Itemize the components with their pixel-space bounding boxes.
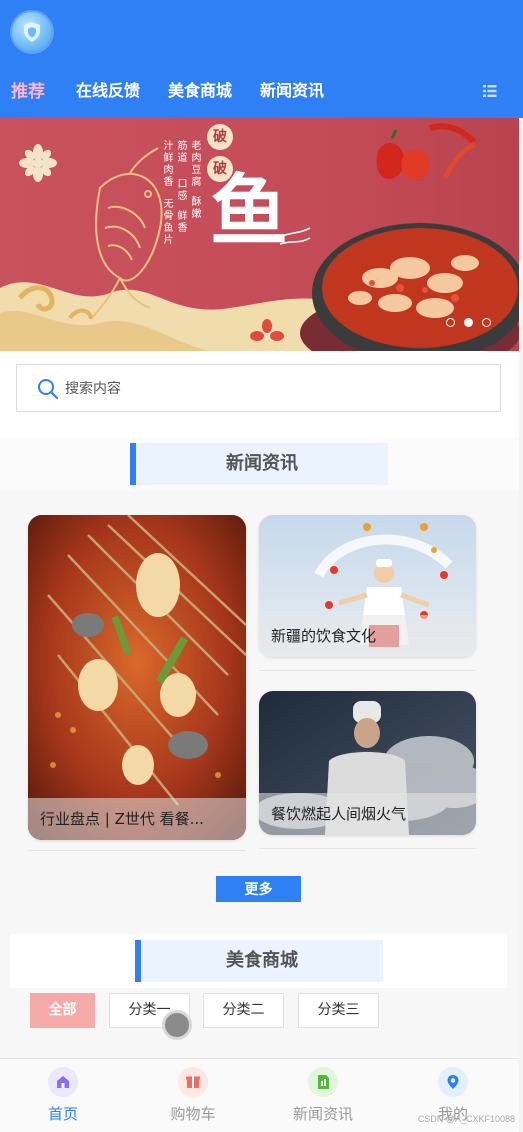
carousel-indicator [437,312,491,331]
category-all[interactable]: 全部 [30,993,95,1028]
touch-indicator [162,1010,192,1040]
banner-title-char: 鱼 [210,166,289,257]
news-card-2[interactable]: 新疆的饮食文化 [259,515,476,657]
news-card-1[interactable]: 行业盘点 | Z世代 看餐... [28,515,246,840]
category-2[interactable]: 分类二 [203,993,284,1028]
news-caption-1: 行业盘点 | Z世代 看餐... [28,798,246,840]
watermark: CSDN @A_CXKF10088 [417,1114,515,1124]
banner-vertical-text-3: 口感 [175,178,186,202]
news-icon [308,1067,338,1097]
banner-seal-1: 破 [207,124,233,150]
divider [259,670,476,671]
home-icon [48,1067,78,1097]
news-more-button[interactable]: 更多 [216,876,301,902]
banner-carousel[interactable]: 破 破 鱼 老肉豆腐 筋道 口感 鲜香 酥嫩 汁鲜肉香 无骨鱼片 [0,118,519,351]
category-3[interactable]: 分类三 [298,993,379,1028]
tab-cart-label: 购物车 [170,1105,216,1123]
search-icon [38,379,59,400]
tab-news-bottom[interactable]: 新闻资讯 [278,1067,368,1124]
divider [28,850,246,851]
news-image-1 [28,515,246,840]
app-logo[interactable] [12,12,52,52]
shield-icon [24,22,40,42]
tab-cart[interactable]: 购物车 [148,1067,238,1124]
banner-vertical-text-4: 鲜香 [175,210,186,234]
top-nav: 推荐 在线反馈 美食商城 新闻资讯 [0,72,523,106]
banner-vertical-text-1: 老肉豆腐 [189,140,200,188]
carousel-dot-3[interactable] [482,318,491,327]
news-section-header: 新闻资讯 [0,437,519,491]
news-section-title: 新闻资讯 [130,443,388,485]
search-box[interactable] [16,364,501,412]
bottom-tab-bar: 首页 购物车 新闻资讯 我的 CSDN @A_CXKF10088 [0,1058,519,1132]
carousel-dot-1[interactable] [446,318,455,327]
tab-home-label: 首页 [47,1105,78,1123]
banner-vertical-text-2: 筋道 [175,140,186,164]
news-caption-3: 餐饮燃起人间烟火气 [259,793,476,835]
news-card-3[interactable]: 餐饮燃起人间烟火气 [259,691,476,835]
tab-news-label: 新闻资讯 [292,1105,353,1123]
app-header: 推荐 在线反馈 美食商城 新闻资讯 [0,0,523,118]
banner-vertical-text-5: 酥嫩 [189,196,200,220]
list-menu-icon[interactable] [483,84,497,98]
carousel-dot-2[interactable] [464,318,473,327]
tab-recommend[interactable]: 推荐 [11,77,45,102]
banner-vertical-text-7: 无骨鱼片 [161,198,172,246]
search-input[interactable] [65,365,485,411]
news-caption-2: 新疆的饮食文化 [259,615,476,657]
tab-home[interactable]: 首页 [18,1067,108,1124]
tab-feedback[interactable]: 在线反馈 [76,77,140,101]
tab-food-mall[interactable]: 美食商城 [168,77,232,101]
profile-icon [438,1067,468,1097]
cart-icon [178,1067,208,1097]
shop-section-title: 美食商城 [135,940,383,982]
shop-section-header: 美食商城 [10,934,507,988]
search-section [0,351,519,437]
tab-news[interactable]: 新闻资讯 [260,77,324,101]
divider [259,848,476,849]
banner-vertical-text-6: 汁鲜肉香 [161,140,172,188]
